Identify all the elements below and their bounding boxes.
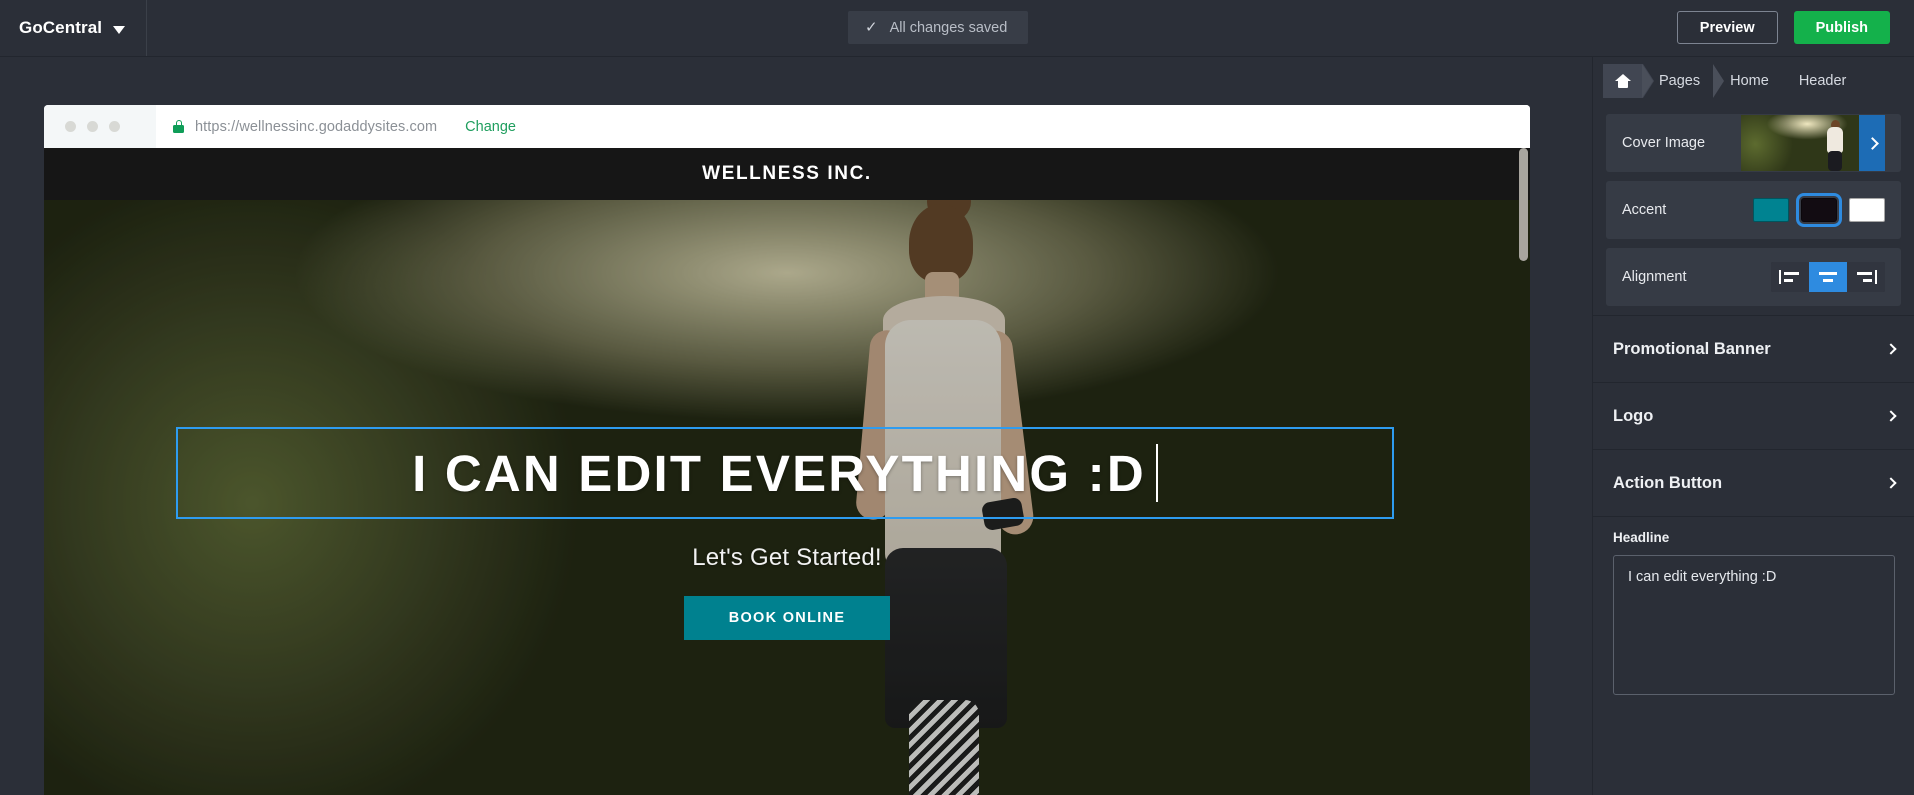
brand-label: GoCentral: [19, 18, 103, 37]
align-right-button[interactable]: [1847, 262, 1885, 292]
text-cursor: [1155, 444, 1158, 502]
breadcrumb: Pages Home Header: [1593, 57, 1914, 105]
window-dots: [44, 121, 120, 132]
logo-label: Logo: [1613, 406, 1654, 425]
cover-image-label: Cover Image: [1622, 135, 1706, 151]
cover-image-row[interactable]: Cover Image: [1606, 114, 1901, 172]
caret-down-icon: [113, 25, 126, 34]
alignment-segmented-control: [1771, 262, 1885, 292]
lock-icon: [173, 120, 184, 133]
site-header-bar[interactable]: WELLNESS INC.: [44, 148, 1530, 200]
brand-menu[interactable]: GoCentral: [0, 0, 147, 56]
cover-image-thumbnail[interactable]: [1741, 115, 1885, 171]
sidebar-item-pages[interactable]: Pages: [1641, 64, 1714, 98]
publish-button[interactable]: Publish: [1793, 11, 1890, 44]
alignment-row: Alignment: [1606, 248, 1901, 306]
save-status-label: All changes saved: [889, 19, 1008, 36]
accent-swatch-white[interactable]: [1849, 198, 1885, 222]
save-status-badge: ✓ All changes saved: [848, 11, 1029, 44]
window-dot-maximize: [109, 121, 120, 132]
url-text: https://wellnessinc.godaddysites.com: [195, 118, 438, 135]
align-left-icon: [1779, 270, 1801, 284]
accent-swatches: [1753, 193, 1885, 227]
hero-section[interactable]: I CAN EDIT EVERYTHING :D Let's Get Start…: [44, 200, 1530, 795]
chevron-right-icon: [1885, 343, 1897, 355]
hero-content: I CAN EDIT EVERYTHING :D Let's Get Start…: [44, 200, 1530, 795]
action-button-label: Action Button: [1613, 473, 1723, 492]
headline-section: Headline: [1593, 516, 1914, 700]
preview-url-bar: https://wellnessinc.godaddysites.com Cha…: [44, 105, 1530, 148]
chevron-right-icon: [1885, 477, 1897, 489]
preview-scrollbar-thumb[interactable]: [1519, 148, 1528, 261]
accent-swatch-teal[interactable]: [1753, 198, 1789, 222]
top-bar: GoCentral ✓ All changes saved Preview Pu…: [0, 0, 1914, 57]
logo-row[interactable]: Logo: [1593, 382, 1914, 449]
change-domain-link[interactable]: Change: [465, 119, 516, 135]
hero-tagline[interactable]: Let's Get Started!: [44, 544, 1530, 572]
tab-label-pages: Pages: [1659, 73, 1701, 89]
promotional-banner-row[interactable]: Promotional Banner: [1593, 315, 1914, 382]
properties-sidebar: Pages Home Header Cover Image Accent Ali…: [1592, 57, 1914, 795]
tab-label-header: Header: [1798, 73, 1847, 89]
headline-input[interactable]: [1613, 555, 1895, 695]
align-right-icon: [1855, 270, 1877, 284]
hero-headline[interactable]: I CAN EDIT EVERYTHING :D: [412, 444, 1146, 503]
align-center-icon: [1817, 270, 1839, 284]
headline-edit-box[interactable]: I CAN EDIT EVERYTHING :D: [176, 427, 1394, 519]
headline-field-label: Headline: [1613, 530, 1670, 545]
book-online-button[interactable]: BOOK ONLINE: [684, 596, 890, 640]
url-field[interactable]: https://wellnessinc.godaddysites.com Cha…: [156, 105, 1530, 148]
editor-canvas: https://wellnessinc.godaddysites.com Cha…: [0, 57, 1592, 795]
cover-image-chevron-right-icon[interactable]: [1859, 115, 1885, 171]
check-icon: ✓: [865, 19, 878, 36]
top-bar-actions: Preview Publish: [1676, 11, 1890, 44]
tab-label-home: Home: [1730, 73, 1769, 89]
window-dot-close: [65, 121, 76, 132]
preview-button[interactable]: Preview: [1676, 11, 1778, 44]
action-button-row[interactable]: Action Button: [1593, 449, 1914, 516]
alignment-label: Alignment: [1622, 269, 1687, 285]
chevron-right-icon: [1885, 410, 1897, 422]
site-title: WELLNESS INC.: [702, 163, 872, 184]
window-dot-minimize: [87, 121, 98, 132]
accent-row: Accent: [1606, 181, 1901, 239]
accent-label: Accent: [1622, 202, 1667, 218]
preview-scrollbar[interactable]: [1519, 148, 1528, 795]
sidebar-item-home[interactable]: Home: [1713, 64, 1783, 98]
align-left-button[interactable]: [1771, 262, 1809, 292]
sidebar-item-home-root[interactable]: [1603, 64, 1654, 98]
home-icon: [1615, 74, 1631, 88]
site-preview-frame: https://wellnessinc.godaddysites.com Cha…: [44, 105, 1530, 795]
align-center-button[interactable]: [1809, 262, 1847, 292]
accent-swatch-black[interactable]: [1796, 193, 1842, 227]
promotional-banner-label: Promotional Banner: [1613, 339, 1771, 358]
sidebar-item-header[interactable]: Header: [1783, 64, 1861, 98]
